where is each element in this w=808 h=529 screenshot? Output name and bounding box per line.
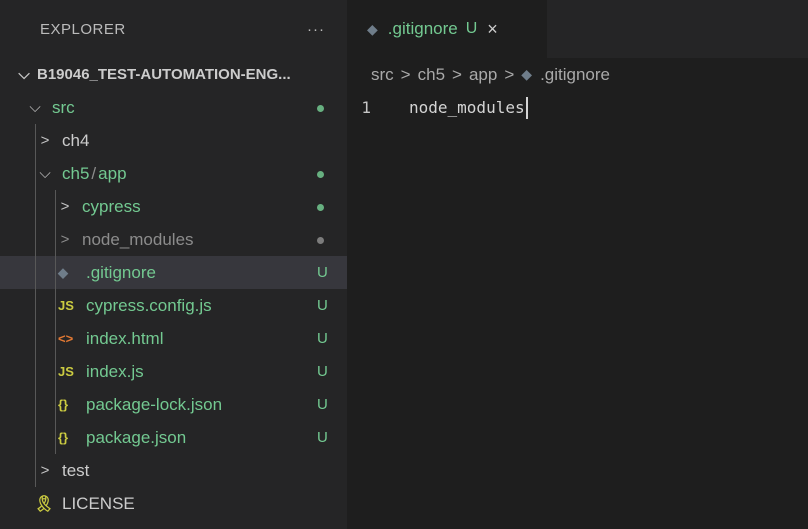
chevron-right-icon: > [60, 198, 70, 215]
breadcrumb-item[interactable]: src [371, 65, 394, 85]
untracked-badge: U [317, 396, 328, 413]
chevron-right-icon: > [60, 231, 70, 248]
tree-item-src[interactable]: ⌵ src [0, 91, 347, 124]
tab-gitignore[interactable]: ◆ .gitignore U × [347, 0, 547, 58]
tree-item-index-js[interactable]: JS index.js U [0, 355, 347, 388]
modified-dot-icon [317, 105, 324, 112]
explorer-title: EXPLORER [40, 20, 126, 38]
modified-dot-icon [317, 171, 324, 178]
tree-item-sublabel: app [98, 163, 127, 183]
chevron-right-icon: > [400, 64, 411, 84]
tree-item-label: index.html [86, 328, 164, 348]
close-icon[interactable]: × [487, 19, 498, 40]
untracked-badge: U [317, 429, 328, 446]
breadcrumb-item[interactable]: app [469, 65, 497, 85]
chevron-right-icon: > [452, 64, 462, 84]
chevron-right-icon: > [504, 64, 515, 84]
chevron-down-icon: ⌵ [39, 165, 51, 182]
chevron-right-icon: > [40, 462, 50, 479]
tree-item-label: cypress [82, 196, 141, 216]
git-file-icon: ◆ [58, 264, 68, 280]
editor-area: ◆ .gitignore U × src > ch5 > app > ◆ .gi… [347, 0, 808, 529]
untracked-badge: U [317, 297, 328, 314]
code-line[interactable]: 1 node_modules [347, 91, 808, 124]
tree-item-label: cypress.config.js [86, 295, 212, 315]
ignored-dot-icon [317, 237, 324, 244]
modified-dot-icon [317, 204, 324, 211]
tree-item-label: package-lock.json [86, 394, 223, 414]
code-text[interactable]: node_modules [409, 98, 525, 117]
tab-label: .gitignore [387, 19, 458, 38]
tree-item-cypress[interactable]: > cypress [0, 190, 347, 223]
untracked-badge: U [317, 363, 328, 380]
tree-item-label: src [52, 97, 75, 117]
json-file-icon: {} [58, 430, 69, 445]
js-file-icon: JS [58, 298, 74, 313]
chevron-right-icon: > [40, 132, 50, 149]
tree-item-license[interactable]: 🎗 LICENSE [0, 487, 347, 520]
tree-item-gitignore[interactable]: ◆ .gitignore U [0, 256, 347, 289]
js-file-icon: JS [58, 364, 74, 379]
text-cursor [525, 96, 528, 119]
html-file-icon: <> [58, 331, 74, 346]
tab-bar: ◆ .gitignore U × [347, 0, 808, 58]
line-number: 1 [361, 98, 371, 117]
breadcrumb: src > ch5 > app > ◆ .gitignore [347, 58, 808, 91]
tree-item-label: package.json [86, 427, 187, 447]
tree-item-node-modules[interactable]: > node_modules [0, 223, 347, 256]
explorer-sidebar: EXPLORER ··· ⌵ B19046_TEST-AUTOMATION-EN… [0, 0, 347, 529]
tree-item-ch5-app[interactable]: ⌵ ch5/app [0, 157, 347, 190]
git-file-icon: ◆ [367, 20, 378, 37]
tree-item-ch4[interactable]: > ch4 [0, 124, 347, 157]
git-file-icon: ◆ [521, 66, 533, 82]
workspace-name: B19046_TEST-AUTOMATION-ENG... [37, 66, 291, 83]
more-actions-button[interactable]: ··· [307, 21, 325, 38]
tree-item-label: ch4 [62, 130, 90, 150]
untracked-badge: U [465, 20, 478, 37]
tree-item-label: .gitignore [86, 262, 156, 282]
tree-item-label: index.js [86, 361, 144, 381]
tree-item-package-lock[interactable]: {} package-lock.json U [0, 388, 347, 421]
untracked-badge: U [317, 330, 328, 347]
chevron-down-icon: ⌵ [29, 99, 41, 116]
tree-item-label: test [62, 460, 90, 480]
explorer-header: EXPLORER ··· [0, 0, 347, 58]
tree-item-label: node_modules [82, 229, 194, 249]
chevron-down-icon: ⌵ [18, 66, 30, 83]
tree-item-package-json[interactable]: {} package.json U [0, 421, 347, 454]
tree-item-label: LICENSE [62, 493, 135, 513]
license-icon: 🎗 [34, 495, 55, 513]
tree-item-index-html[interactable]: <> index.html U [0, 322, 347, 355]
tree-item-cypress-config[interactable]: JS cypress.config.js U [0, 289, 347, 322]
tree-item-test[interactable]: > test [0, 454, 347, 487]
tree-item-label: ch5 [62, 163, 90, 183]
workspace-section[interactable]: ⌵ B19046_TEST-AUTOMATION-ENG... [0, 58, 347, 91]
untracked-badge: U [317, 264, 328, 281]
breadcrumb-item[interactable]: ch5 [418, 65, 445, 85]
json-file-icon: {} [58, 397, 69, 412]
breadcrumb-item[interactable]: .gitignore [540, 65, 610, 85]
